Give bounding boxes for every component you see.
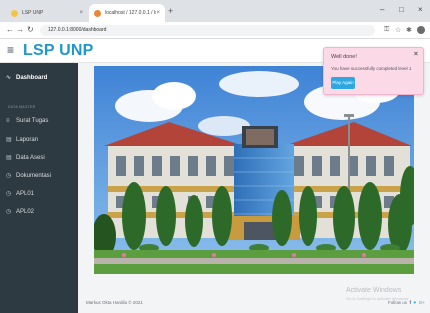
toast-title: Well done!	[331, 54, 357, 60]
sidebar-item-label: Dashboard	[16, 74, 48, 81]
windows-activation-watermark: Activate Windows	[346, 287, 402, 294]
window-close-button[interactable]: ×	[418, 5, 423, 14]
tab-title: localhost / 127.0.0.1 / lsp / api / ...	[105, 10, 156, 16]
clock-icon: ◷	[6, 173, 12, 179]
url-text: 127.0.0.1:8000/dashboard	[48, 27, 107, 33]
browser-tab-phpmyadmin[interactable]: localhost / 127.0.0.1 / lsp / api / ... …	[89, 4, 165, 22]
sidebar-item-surat-tugas[interactable]: ≡ Surat Tugas	[6, 118, 48, 124]
toast-message: You have successfully completed level 1	[331, 66, 412, 71]
sidebar-item-dokumentasi[interactable]: ◷ Dokumentasi	[6, 172, 52, 180]
clock-icon: ◷	[6, 191, 12, 197]
list-icon: ≡	[6, 118, 10, 124]
document-icon: ▤	[6, 137, 12, 143]
tab-title: LSP UNP	[22, 10, 44, 16]
sidebar-item-label: Laporan	[16, 136, 39, 143]
document-icon: ▤	[6, 155, 12, 161]
tab-close-icon[interactable]: ×	[79, 10, 83, 16]
campus-building-photo	[94, 66, 414, 274]
sidebar-item-label: Surat Tugas	[16, 118, 49, 124]
twitter-icon[interactable]: ♥	[412, 300, 417, 305]
back-arrow-icon[interactable]: ←	[6, 25, 14, 34]
tab-favicon-icon	[94, 9, 101, 17]
sidebar-item-label: Data Asesi	[16, 154, 45, 161]
address-bar[interactable]: 127.0.0.1:8000/dashboard	[40, 25, 375, 36]
extension-icon[interactable]: ✱	[406, 26, 412, 34]
browser-tab-bar: LSP UNP × localhost / 127.0.0.1 / lsp / …	[0, 0, 430, 22]
profile-avatar[interactable]	[417, 26, 425, 34]
hamburger-menu-icon[interactable]: ≡	[7, 44, 14, 56]
brand-logo-text[interactable]: LSP UNP	[23, 42, 93, 60]
sidebar-item-laporan[interactable]: ▤ Laporan	[6, 136, 39, 144]
maximize-button[interactable]: □	[399, 5, 404, 14]
new-tab-button[interactable]: +	[168, 6, 173, 16]
toast-close-icon[interactable]: ×	[414, 51, 418, 58]
sidebar-item-data-asesi[interactable]: ▤ Data Asesi	[6, 154, 45, 162]
star-icon[interactable]: ☆	[395, 26, 401, 34]
sidebar-item-label: APL01	[16, 190, 35, 197]
forward-arrow-icon[interactable]: →	[16, 25, 24, 34]
clock-icon: ◷	[6, 209, 12, 215]
footer-follow: Follow us f ♥ G+	[388, 300, 425, 305]
sidebar-item-dashboard[interactable]: ∿ Dashboard	[6, 74, 48, 82]
sidebar-item-label: APL02	[16, 208, 35, 215]
google-plus-icon[interactable]: G+	[418, 300, 425, 305]
footer-copyright: Markus Okta Hardila © 2021	[86, 300, 143, 305]
sidebar-item-apl02[interactable]: ◷ APL02	[6, 208, 35, 216]
sidebar-item-apl01[interactable]: ◷ APL01	[6, 190, 35, 198]
sidebar: ∿ Dashboard DATA MASTER ≡ Surat Tugas ▤ …	[0, 63, 78, 313]
play-again-button[interactable]: Play Again	[331, 77, 355, 89]
success-toast: Well done! × You have successfully compl…	[323, 47, 424, 95]
follow-label: Follow us	[388, 300, 408, 305]
minimize-button[interactable]: –	[380, 5, 384, 14]
dashboard-icon: ∿	[6, 75, 12, 81]
reload-icon[interactable]: ↻	[27, 25, 34, 34]
building-illustration	[94, 66, 414, 274]
tab-close-icon[interactable]: ×	[156, 10, 160, 16]
sidebar-section-heading: DATA MASTER	[8, 105, 36, 109]
browser-tab-lsp[interactable]: LSP UNP ×	[6, 4, 88, 22]
sidebar-item-label: Dokumentasi	[16, 172, 52, 179]
key-icon[interactable]: ⚿	[384, 26, 389, 34]
facebook-icon[interactable]: f	[408, 300, 412, 305]
main-content: Markus Okta Hardila © 2021 Activate Wind…	[78, 63, 430, 313]
browser-address-row: ← → ↻ 127.0.0.1:8000/dashboard ⚿ ☆ ✱	[0, 22, 430, 39]
tab-favicon-icon	[11, 9, 18, 17]
